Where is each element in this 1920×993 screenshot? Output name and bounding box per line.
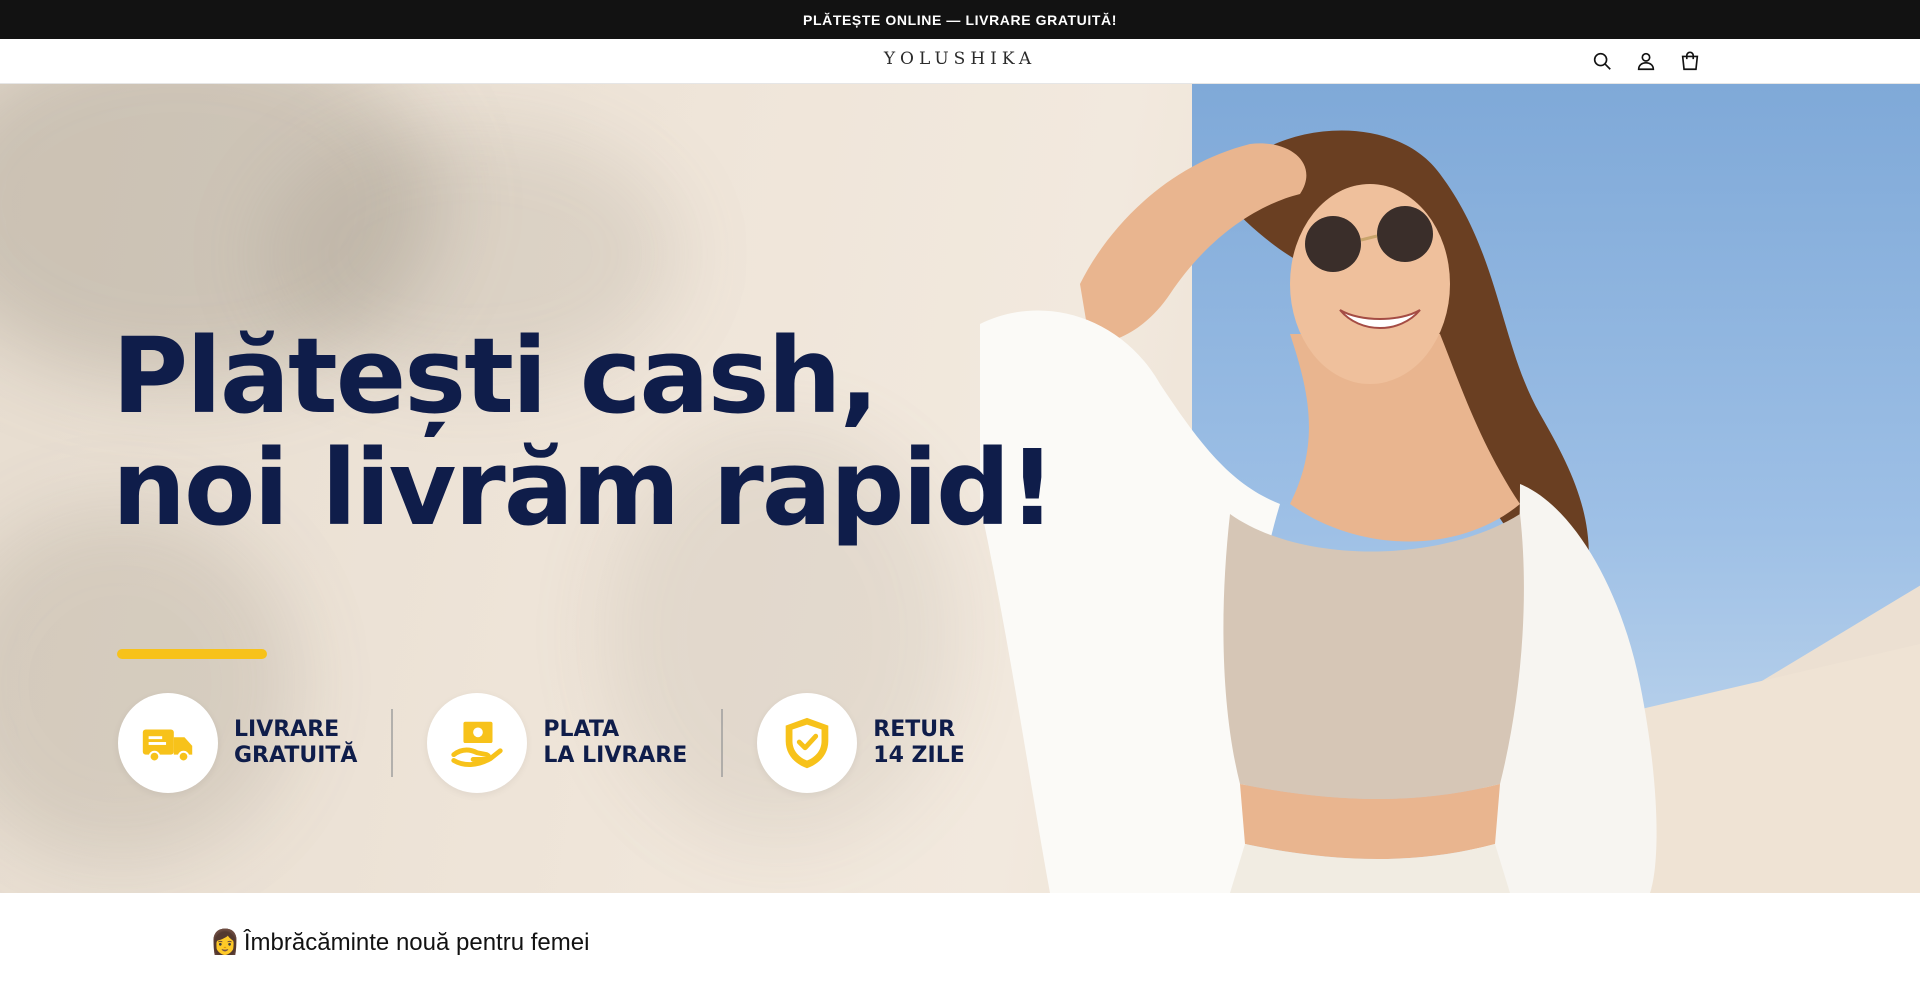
header-icons: [1590, 49, 1702, 73]
feature-cash-on-delivery: PLATA LA LIVRARE: [427, 693, 687, 793]
announcement-bar: PLĂTEȘTE ONLINE — LIVRARE GRATUITĂ!: [0, 0, 1920, 39]
search-icon[interactable]: [1590, 49, 1614, 73]
cash-payment-icon: [427, 693, 528, 793]
headline-line-1: Plătești cash,: [112, 315, 879, 437]
feature-14-day-return: RETUR 14 ZILE: [757, 693, 965, 793]
account-icon[interactable]: [1634, 49, 1658, 73]
feature-list: LIVRARE GRATUITĂ PLATA LA LIVRARE RETUR …: [118, 693, 965, 793]
woman-emoji-icon: 👩: [210, 929, 240, 956]
delivery-truck-icon: [118, 693, 218, 793]
collection-heading[interactable]: 👩 Îmbrăcăminte nouă pentru femei: [210, 928, 589, 957]
feature-label: PLATA LA LIVRARE: [543, 717, 688, 768]
hero-headline: Plătești cash, noi livrăm rapid!: [112, 315, 1056, 549]
hero-banner[interactable]: Plătești cash, noi livrăm rapid! LIVRARE…: [0, 84, 1920, 893]
feature-divider: [391, 709, 394, 777]
shield-check-icon: [757, 693, 858, 793]
announcement-text: PLĂTEȘTE ONLINE — LIVRARE GRATUITĂ!: [803, 11, 1117, 28]
feature-label: RETUR 14 ZILE: [873, 717, 965, 768]
accent-underline: [117, 649, 267, 659]
cart-icon[interactable]: [1678, 49, 1702, 73]
leaf-shadow: [0, 504, 300, 864]
headline-line-2: noi livrăm rapid!: [112, 427, 1056, 549]
feature-free-delivery: LIVRARE GRATUITĂ: [118, 693, 357, 793]
collection-title-text: Îmbrăcăminte nouă pentru femei: [243, 928, 590, 956]
site-header: YOLUSHIKA: [0, 39, 1920, 84]
feature-divider: [721, 709, 724, 777]
feature-label: LIVRARE GRATUITĂ: [234, 717, 358, 768]
